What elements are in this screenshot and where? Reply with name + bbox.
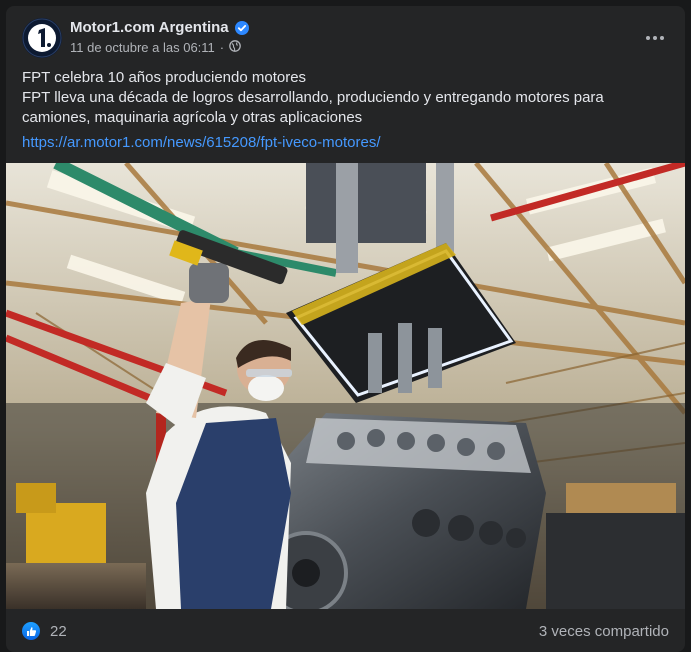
post-card: Motor1.com Argentina 11 de octubre a las… [6, 6, 685, 652]
post-title: FPT celebra 10 años produciendo motores [22, 69, 307, 86]
post-header: Motor1.com Argentina 11 de octubre a las… [22, 18, 669, 58]
page-avatar[interactable] [22, 18, 62, 58]
post-timestamp[interactable]: 11 de octubre a las 06:11 [70, 40, 215, 55]
post-body: FPT lleva una década de logros desarroll… [22, 89, 604, 126]
globe-icon [229, 40, 241, 55]
motor1-logo-icon [22, 18, 62, 58]
post-photo[interactable] [6, 163, 685, 609]
more-options-icon[interactable] [641, 24, 669, 52]
verified-badge-icon [234, 20, 249, 35]
like-count[interactable]: 22 [50, 623, 67, 640]
author-line: Motor1.com Argentina [70, 19, 249, 36]
post-footer: 22 3 veces compartido [22, 619, 669, 645]
post-link[interactable]: https://ar.motor1.com/news/615208/fpt-iv… [22, 133, 381, 153]
share-count[interactable]: 3 veces compartido [539, 623, 669, 640]
post-text: FPT celebra 10 años produciendo motores … [22, 68, 669, 128]
factory-photo [6, 163, 685, 609]
post-meta: 11 de octubre a las 06:11 · [70, 40, 241, 55]
like-reaction-icon[interactable] [22, 622, 40, 640]
author-name[interactable]: Motor1.com Argentina [70, 19, 229, 36]
meta-separator: · [219, 40, 225, 55]
